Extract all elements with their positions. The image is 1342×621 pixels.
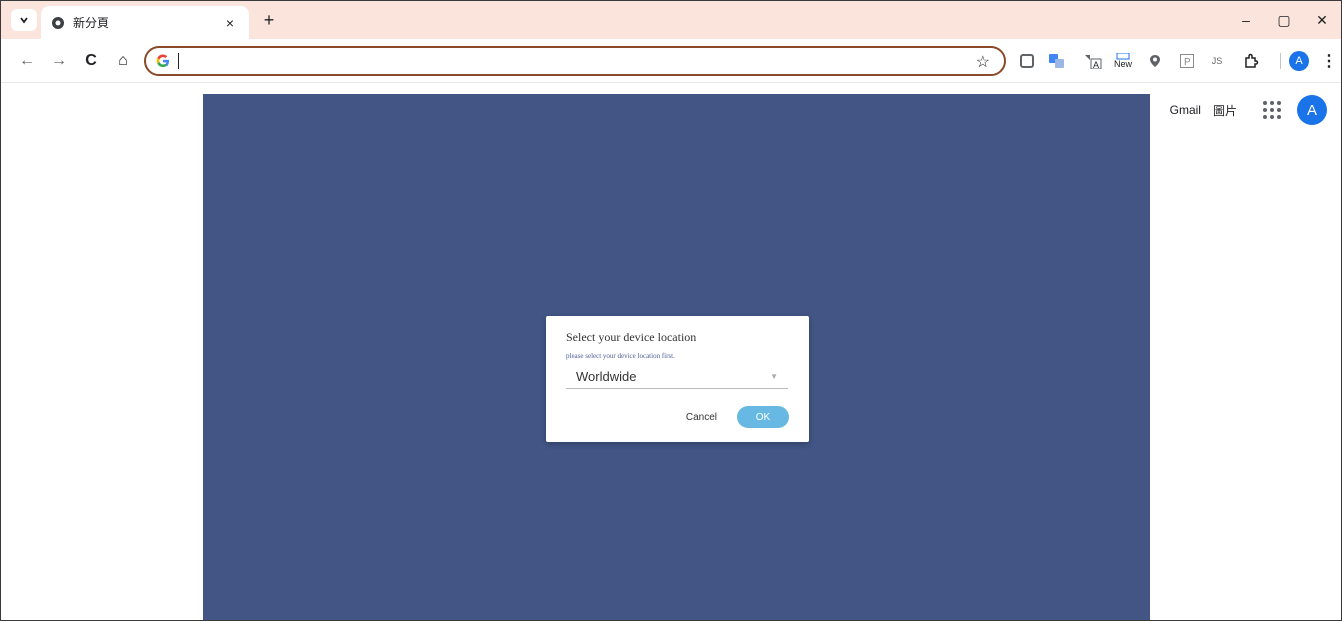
- home-button[interactable]: ⌂: [111, 49, 135, 73]
- google-g-icon: [154, 52, 172, 70]
- chevron-down-icon: ▼: [770, 372, 778, 381]
- google-top-bar: Gmail 圖片 A: [1170, 95, 1327, 125]
- window-controls: – ▢ ✕: [1227, 1, 1341, 39]
- extension-js-icon[interactable]: JS: [1207, 51, 1227, 71]
- chrome-icon: [51, 16, 65, 30]
- profile-button[interactable]: A: [1289, 51, 1309, 71]
- ok-button[interactable]: OK: [737, 406, 789, 428]
- bookmark-star-icon[interactable]: ☆: [976, 52, 990, 72]
- google-account-avatar[interactable]: A: [1297, 95, 1327, 125]
- dialog-subtitle: please select your device location first…: [566, 352, 675, 360]
- extension-translate-icon[interactable]: [1047, 51, 1067, 71]
- tab-strip: 新分頁 × + – ▢ ✕: [1, 1, 1341, 39]
- more-menu-icon[interactable]: ⋮: [1321, 51, 1337, 71]
- maximize-button[interactable]: ▢: [1265, 1, 1303, 39]
- extension-new-label: New: [1113, 59, 1132, 69]
- toolbar-divider: [1280, 53, 1281, 69]
- tab-title: 新分頁: [73, 16, 110, 30]
- address-bar[interactable]: ☆: [144, 46, 1006, 76]
- location-select[interactable]: Worldwide ▼: [566, 365, 788, 389]
- forward-button[interactable]: →: [47, 49, 71, 73]
- minimize-button[interactable]: –: [1227, 1, 1265, 39]
- back-button[interactable]: ←: [15, 49, 39, 73]
- extension-location-icon[interactable]: [1145, 51, 1165, 71]
- tab-search-button[interactable]: [11, 9, 37, 31]
- omnibox-input[interactable]: [179, 48, 1004, 74]
- svg-text:A: A: [1093, 60, 1099, 69]
- dialog-actions: Cancel OK: [686, 406, 789, 428]
- extensions-puzzle-icon[interactable]: [1241, 51, 1261, 71]
- tab-close-icon[interactable]: ×: [221, 15, 239, 31]
- google-apps-icon[interactable]: [1261, 99, 1283, 121]
- extension-chat-icon[interactable]: [1017, 51, 1037, 71]
- dialog-title: Select your device location: [566, 330, 697, 344]
- browser-window: 新分頁 × + – ▢ ✕ ← → C ⌂ ☆ A New P JS A ⋮ G…: [0, 0, 1342, 621]
- reload-button[interactable]: C: [79, 49, 103, 73]
- close-window-button[interactable]: ✕: [1303, 1, 1341, 39]
- cancel-button[interactable]: Cancel: [686, 412, 717, 423]
- extension-new-icon[interactable]: New: [1113, 51, 1133, 71]
- new-tab-button[interactable]: +: [259, 10, 279, 30]
- images-link[interactable]: 圖片: [1213, 102, 1237, 119]
- extension-font-icon[interactable]: A: [1083, 51, 1103, 71]
- chevron-down-icon: [20, 17, 28, 24]
- gmail-link[interactable]: Gmail: [1170, 103, 1201, 117]
- svg-text:P: P: [1184, 57, 1191, 68]
- extension-p-icon[interactable]: P: [1177, 51, 1197, 71]
- active-tab[interactable]: 新分頁 ×: [41, 6, 249, 39]
- location-select-value: Worldwide: [576, 369, 637, 384]
- browser-toolbar: ← → C ⌂ ☆ A New P JS A ⋮: [1, 39, 1341, 83]
- location-dialog: Select your device location please selec…: [546, 316, 809, 442]
